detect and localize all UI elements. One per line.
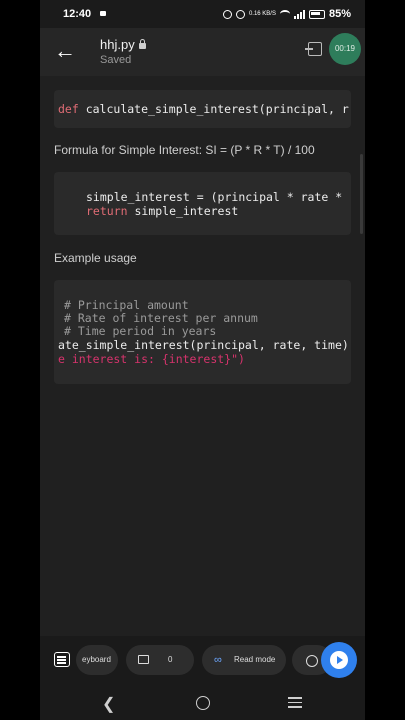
infinity-icon: ∞ (214, 654, 222, 666)
code-comment: # Time period in years (64, 324, 217, 338)
save-status: Saved (100, 54, 132, 66)
dnd-icon (235, 9, 245, 19)
net-speed: 0.16 KB/S (248, 11, 276, 17)
code-comment: # Rate of interest per annum (64, 311, 258, 325)
formula-paragraph: Formula for Simple Interest: SI = (P * R… (54, 143, 315, 157)
camera-icon (100, 11, 106, 16)
scrollbar[interactable] (360, 154, 363, 234)
play-button[interactable] (321, 642, 357, 678)
keyboard-button[interactable]: eyboard (76, 645, 118, 675)
code-block-formula[interactable]: simple_interest = (principal * rate * re… (54, 172, 351, 235)
signal-icon (293, 9, 305, 19)
mute-icon (222, 9, 232, 19)
app-bar: ← hhj.py Saved 00:19 (40, 28, 365, 76)
wifi-icon (279, 10, 290, 18)
keyboard-label: eyboard (82, 655, 111, 664)
code-line: ate_simple_interest(principal, rate, tim… (58, 338, 349, 352)
status-indicators: 0.16 KB/S 85% (222, 8, 351, 20)
status-time: 12:40 (63, 8, 92, 20)
bottom-toolbar: eyboard 0 ∞ Read mode (40, 636, 365, 686)
example-paragraph: Example usage (54, 251, 137, 265)
code-text: calculate_simple_interest(principal, r (85, 102, 349, 116)
system-nav-bar: ❮ (40, 686, 365, 720)
globe-icon (306, 655, 318, 667)
read-mode-label: Read mode (234, 655, 276, 664)
timer-badge[interactable]: 00:19 (329, 33, 361, 65)
phone-screen: 12:40 0.16 KB/S 85% ← hhj.py Saved 00:19… (40, 0, 365, 720)
code-comment: # Principal amount (64, 298, 189, 312)
comment-count: 0 (168, 655, 173, 664)
nav-home-icon[interactable] (196, 696, 210, 710)
list-icon[interactable] (54, 652, 70, 667)
code-keyword: def (58, 102, 86, 116)
code-text: simple_interest (134, 204, 239, 218)
read-mode-button[interactable]: ∞ Read mode (202, 645, 286, 675)
exit-icon[interactable] (305, 42, 322, 56)
back-arrow-icon[interactable]: ← (54, 38, 76, 64)
file-title: hhj.py (100, 37, 146, 52)
comment-icon (138, 655, 149, 664)
nav-back-icon[interactable]: ❮ (102, 694, 115, 714)
nav-recents-icon[interactable] (288, 697, 302, 708)
code-string: e interest is: {interest}") (58, 352, 245, 366)
comment-button[interactable]: 0 (126, 645, 194, 675)
battery-icon (308, 9, 325, 19)
file-name: hhj.py (100, 37, 135, 52)
play-icon (330, 651, 348, 669)
code-block-example[interactable]: # Principal amount # Rate of interest pe… (54, 280, 351, 384)
lock-icon (138, 39, 146, 49)
status-bar: 12:40 0.16 KB/S 85% (40, 0, 365, 28)
battery-percent: 85% (328, 8, 351, 20)
document-content: def calculate_simple_interest(principal,… (40, 76, 365, 636)
code-keyword: return (86, 204, 135, 218)
code-block-function[interactable]: def calculate_simple_interest(principal,… (54, 90, 351, 128)
code-line: simple_interest = (principal * rate * (86, 190, 343, 204)
